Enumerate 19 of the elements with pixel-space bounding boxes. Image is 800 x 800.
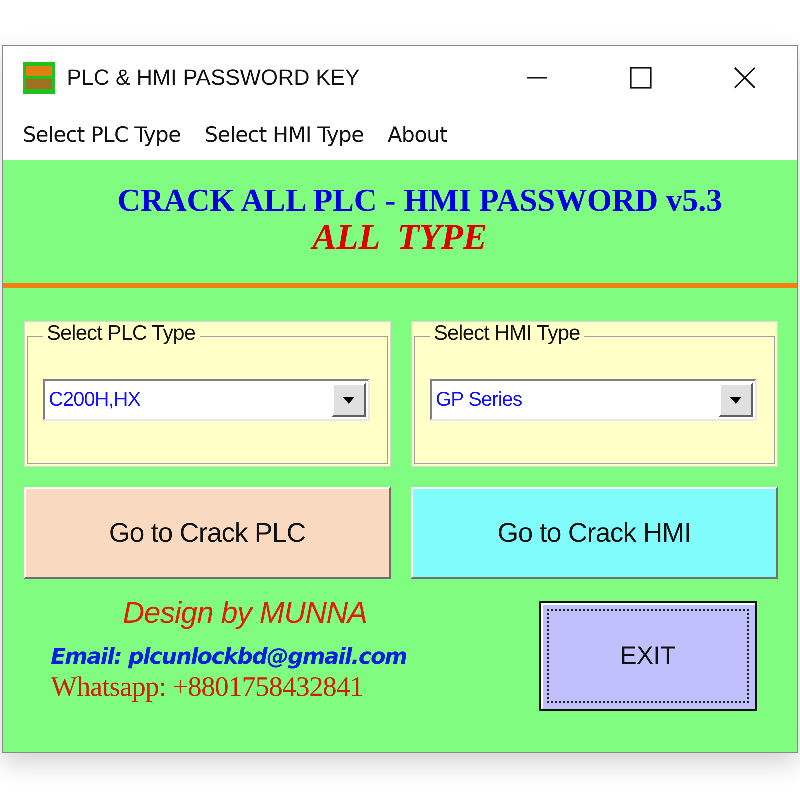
exit-button[interactable]: EXIT	[539, 601, 757, 711]
menu-item[interactable]: About	[378, 123, 458, 147]
maximize-icon[interactable]	[629, 66, 653, 90]
crack-button[interactable]: Go to Crack PLC	[24, 487, 391, 579]
close-icon[interactable]	[733, 66, 757, 90]
dropdown[interactable]: C200H,HX	[43, 379, 370, 421]
designer-credit: Design by MUNNA	[123, 597, 368, 631]
group-label: Select HMI Type	[430, 322, 584, 346]
window-title: PLC & HMI PASSWORD KEY	[67, 65, 361, 91]
crack-button[interactable]: Go to Crack HMI	[411, 487, 778, 579]
whatsapp-text: Whatsapp: +8801758432841	[51, 672, 365, 704]
email-text: Email: plcunlockbd@gmail.com	[51, 645, 408, 670]
menu-item[interactable]: Select HMI Type	[194, 123, 374, 147]
app-icon	[23, 62, 55, 94]
app-subheading: ALL TYPE	[312, 218, 488, 256]
dropdown[interactable]: GP Series	[430, 379, 757, 421]
group-label: Select PLC Type	[43, 322, 200, 346]
menu-item[interactable]: Select PLC Type	[13, 123, 191, 147]
app-heading: CRACK ALL PLC - HMI PASSWORD v5.3	[118, 182, 722, 218]
